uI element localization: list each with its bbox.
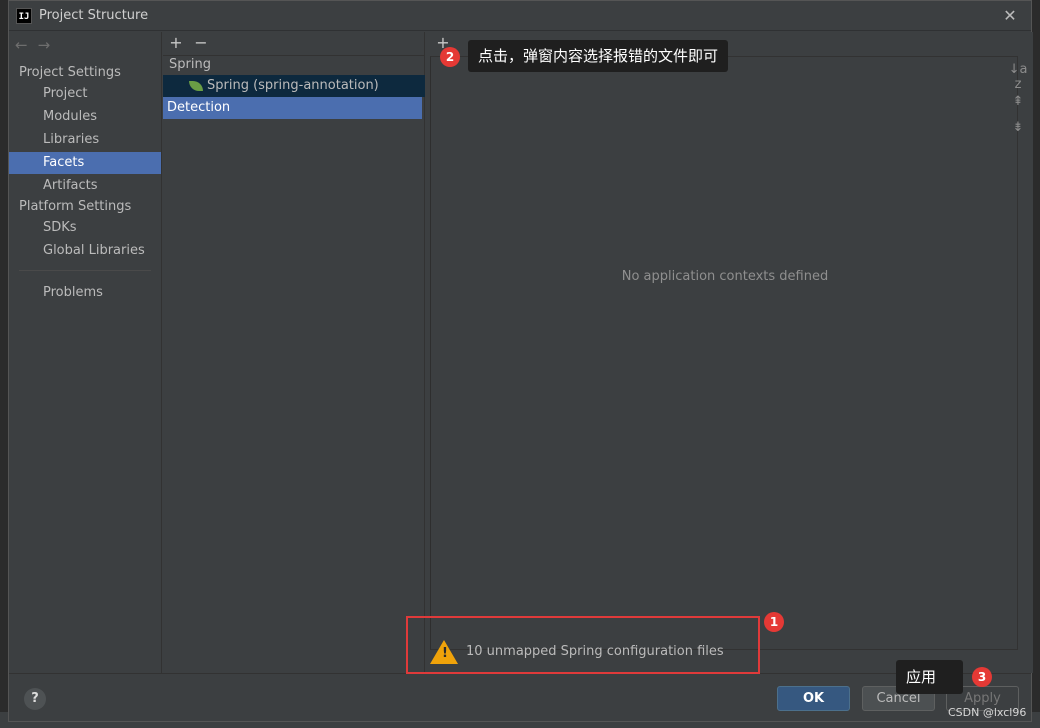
project-structure-dialog: IJ Project Structure ✕ ← → Project Setti… <box>8 0 1033 722</box>
background-ide-strip <box>0 0 8 728</box>
collapse-all-icon[interactable]: ⇟ <box>1008 120 1028 140</box>
sidebar-item-problems[interactable]: Problems <box>9 282 161 304</box>
forward-arrow-icon[interactable]: → <box>38 36 51 56</box>
tree-group-spring[interactable]: Spring <box>163 54 425 76</box>
close-button[interactable]: ✕ <box>1000 6 1020 26</box>
intellij-app-icon: IJ <box>16 8 32 24</box>
sidebar-item-sdks[interactable]: SDKs <box>9 217 161 239</box>
sort-alpha-icon[interactable]: ↓a z <box>1008 62 1028 92</box>
window-title: Project Structure <box>39 8 149 23</box>
annotation-tooltip-3: 应用 <box>896 660 963 694</box>
nav-arrows: ← → <box>15 36 50 56</box>
tree-item-spring-facet[interactable]: Spring (spring-annotation) <box>163 75 425 97</box>
sidebar-item-libraries[interactable]: Libraries <box>9 129 161 151</box>
annotation-badge-1: 1 <box>764 612 784 632</box>
sidebar-item-modules[interactable]: Modules <box>9 106 161 128</box>
sidebar-item-project[interactable]: Project <box>9 83 161 105</box>
section-project-settings: Project Settings <box>19 65 121 80</box>
facets-tree-panel: + − Spring Spring (spring-annotation) De… <box>163 32 425 673</box>
ok-button[interactable]: OK <box>777 686 850 711</box>
section-platform-settings: Platform Settings <box>19 199 132 214</box>
sidebar-item-artifacts[interactable]: Artifacts <box>9 175 161 197</box>
application-contexts-panel: + No application contexts defined ↓a z ⇞… <box>430 32 1033 673</box>
tree-item-detection[interactable]: Detection <box>163 97 422 119</box>
add-facet-button[interactable]: + <box>166 33 186 53</box>
title-bar: IJ Project Structure ✕ <box>9 1 1031 31</box>
sidebar-item-global-libraries[interactable]: Global Libraries <box>9 240 161 262</box>
sidebar: ← → Project Settings Project Modules Lib… <box>9 32 162 673</box>
spring-leaf-icon <box>189 80 203 91</box>
remove-facet-button[interactable]: − <box>191 33 211 53</box>
csdn-watermark: CSDN @lxcl96 <box>948 706 1027 719</box>
sidebar-item-facets[interactable]: Facets <box>9 152 161 174</box>
annotation-badge-3: 3 <box>972 667 992 687</box>
sidebar-divider <box>19 270 151 271</box>
empty-state-message: No application contexts defined <box>621 269 829 284</box>
expand-all-icon[interactable]: ⇞ <box>1008 94 1028 114</box>
dialog-button-bar: ? OK Cancel Apply <box>9 673 1031 721</box>
annotation-tooltip-2: 点击，弹窗内容选择报错的文件即可 <box>468 40 729 72</box>
tree-toolbar: + − <box>163 32 425 56</box>
back-arrow-icon[interactable]: ← <box>15 36 28 56</box>
help-button[interactable]: ? <box>24 688 46 710</box>
tree-item-label: Spring (spring-annotation) <box>207 78 379 93</box>
annotation-highlight-box <box>406 616 760 674</box>
contexts-list: No application contexts defined <box>430 56 1018 650</box>
annotation-badge-2: 2 <box>440 47 460 67</box>
